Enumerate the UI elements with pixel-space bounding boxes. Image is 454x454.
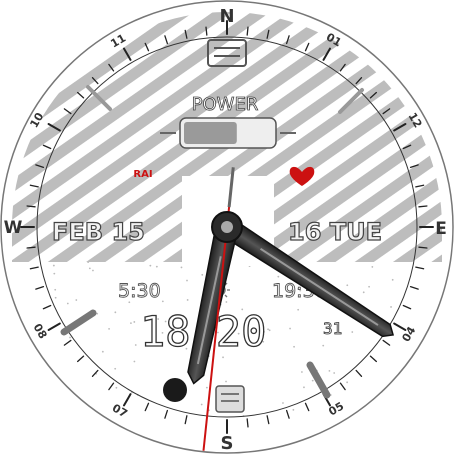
texture-dot (88, 267, 91, 270)
sunrise-time: 5:30 (118, 280, 161, 302)
texture-dot (333, 372, 336, 374)
texture-dot (346, 284, 349, 287)
texture-dot (322, 344, 325, 347)
texture-dot (52, 264, 55, 267)
texture-dot (115, 386, 118, 389)
compass-north: N (219, 6, 234, 27)
compass-south: S (221, 433, 234, 454)
texture-dot (108, 328, 110, 330)
texture-dot (200, 403, 203, 406)
texture-dot (114, 311, 117, 314)
texture-dot (186, 279, 188, 282)
texture-dot (222, 356, 224, 359)
texture-dot (54, 296, 57, 299)
date-right: 16 TUE (288, 218, 382, 246)
texture-dot (133, 321, 136, 323)
minute-tick (418, 205, 428, 208)
texture-dot (346, 381, 349, 384)
texture-dot (186, 299, 189, 301)
texture-dot (301, 371, 303, 373)
compass-west: W (4, 218, 23, 238)
texture-dot (133, 360, 136, 363)
power-label: POWER (192, 94, 259, 115)
texture-dot (130, 322, 132, 324)
texture-dot (225, 301, 228, 303)
texture-dot (114, 367, 117, 370)
texture-dot (155, 265, 158, 268)
texture-dot (293, 345, 295, 348)
texture-dot (328, 369, 331, 372)
texture-dot (268, 329, 271, 332)
digital-seconds: 31 (323, 319, 342, 338)
texture-dot (303, 386, 305, 389)
texture-dot (69, 336, 71, 339)
texture-dot (75, 299, 78, 301)
minute-tick (26, 205, 36, 208)
minute-tick (418, 246, 428, 249)
texture-dot (53, 272, 56, 275)
power-gauge (160, 117, 296, 149)
texture-dot (390, 306, 392, 308)
texture-dot (282, 402, 284, 404)
minute-tick (26, 246, 36, 249)
texture-dot (92, 269, 94, 272)
texture-dot (311, 379, 314, 382)
texture-dot (205, 386, 208, 389)
texture-dot (87, 261, 90, 264)
watch-face: N E S W 12 08 10 01 04 05 07 11 POWER RA… (0, 0, 454, 454)
texture-dot (225, 380, 227, 383)
texture-dot (371, 266, 374, 268)
minute-tick (205, 26, 208, 36)
texture-dot (277, 275, 280, 278)
texture-dot (267, 328, 269, 331)
center-pin (221, 221, 233, 233)
compass-east: E (435, 219, 447, 239)
texture-dot (297, 308, 300, 311)
minute-tick (246, 418, 249, 428)
texture-dot (289, 327, 291, 330)
texture-dot (66, 302, 69, 305)
texture-dot (201, 273, 204, 276)
red-complication-label: RAI (133, 169, 152, 180)
texture-dot (101, 350, 104, 353)
texture-dot (96, 312, 99, 315)
texture-dot (292, 408, 295, 411)
lower-dot-ornament (163, 378, 187, 402)
lower-logo-icon (215, 385, 245, 413)
texture-dot (180, 266, 183, 269)
texture-dot (368, 285, 370, 288)
texture-dot (362, 291, 365, 294)
texture-dot (391, 278, 394, 281)
texture-dot (161, 300, 164, 303)
minute-tick (246, 26, 249, 36)
date-left: FEB 15 (52, 218, 145, 246)
texture-dot (54, 288, 57, 291)
texture-dot (134, 344, 137, 346)
texture-dot (351, 331, 354, 333)
texture-dot (149, 264, 152, 267)
